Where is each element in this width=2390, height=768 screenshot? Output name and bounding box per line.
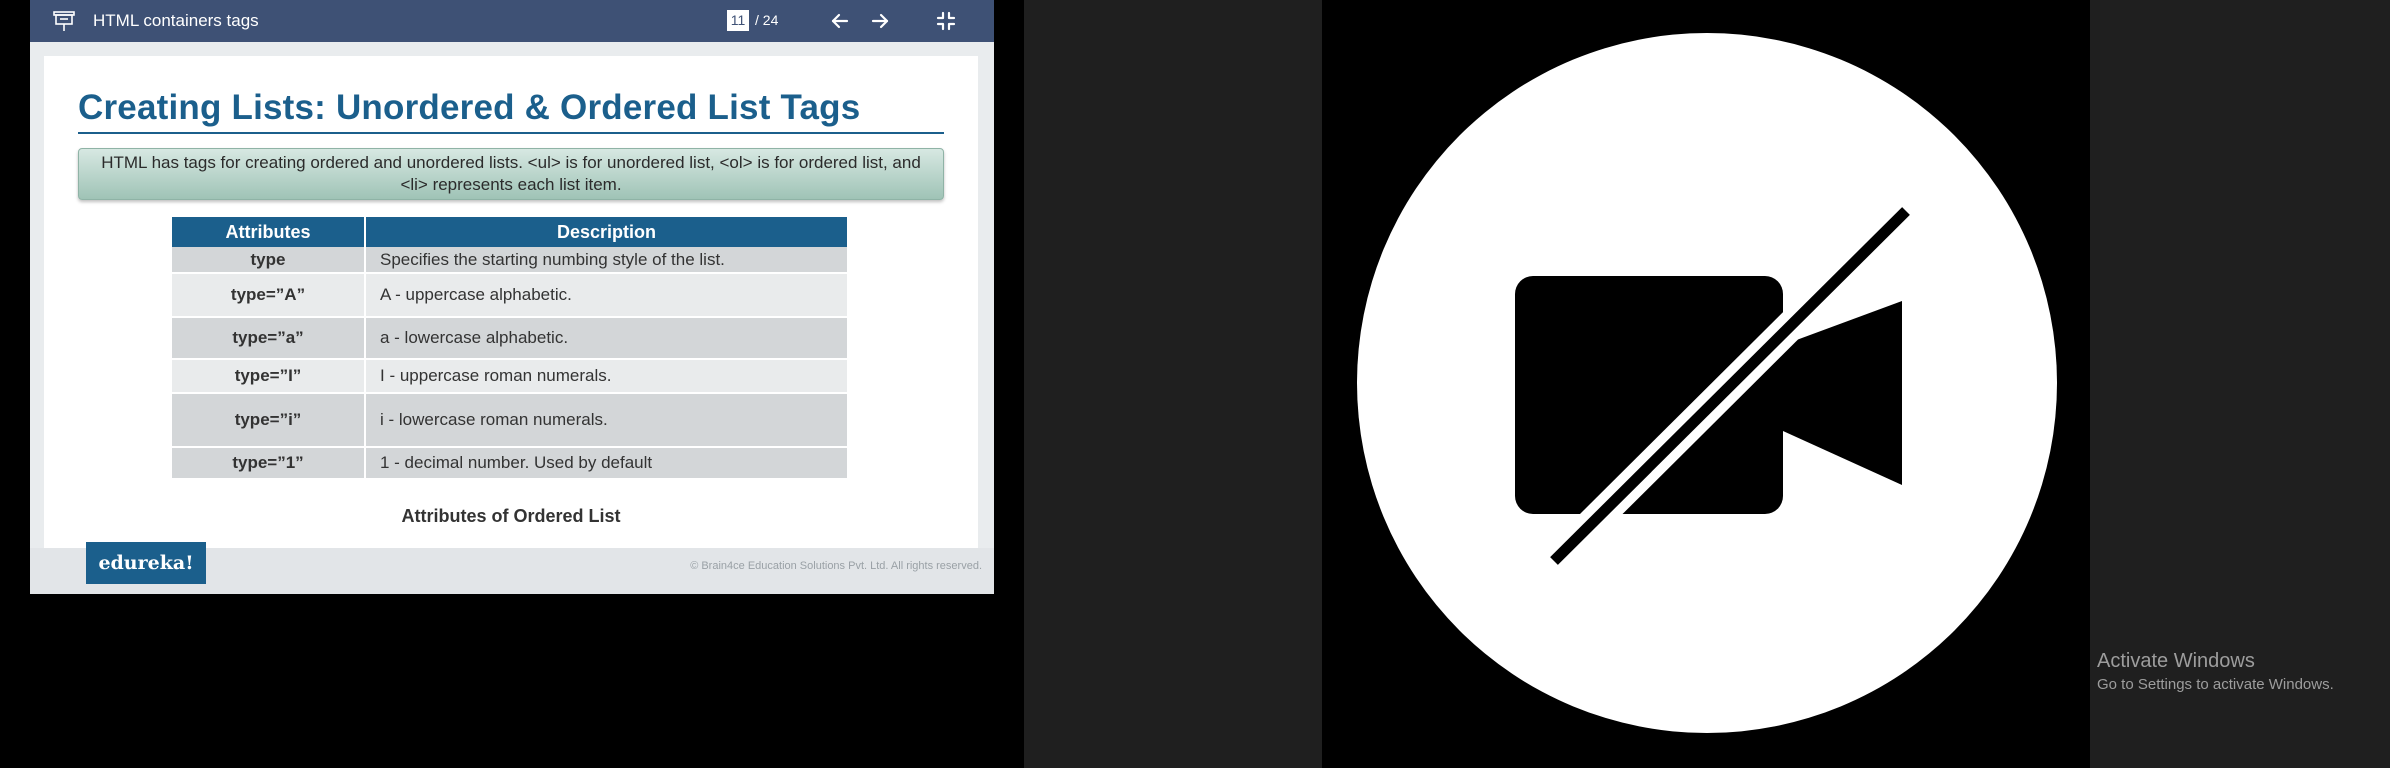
attribute-cell: type xyxy=(172,247,366,274)
description-cell: Specifies the starting numbing style of … xyxy=(365,247,849,274)
attribute-cell: type=”A” xyxy=(172,273,366,318)
arrow-right-icon[interactable] xyxy=(868,9,892,33)
description-cell: A - uppercase alphabetic. xyxy=(365,273,849,318)
table-row: type Specifies the starting numbing styl… xyxy=(172,247,849,274)
camera-off-icon xyxy=(1515,200,1917,572)
table-row: type=”a” a - lowercase alphabetic. xyxy=(172,317,849,360)
deck-title: HTML containers tags xyxy=(93,11,259,30)
watermark-subtitle: Go to Settings to activate Windows. xyxy=(2097,676,2334,693)
arrow-left-icon[interactable] xyxy=(828,9,852,33)
table-row: type=”i” i - lowercase roman numerals. xyxy=(172,393,849,448)
total-pages: / 24 xyxy=(755,12,779,28)
table-header-row: Attributes Description xyxy=(172,217,849,247)
windows-activation-watermark: Activate Windows Go to Settings to activ… xyxy=(2097,650,2334,693)
camera-off-avatar xyxy=(1357,33,2057,733)
slide: Creating Lists: Unordered & Ordered List… xyxy=(44,56,978,548)
attribute-cell: type=”i” xyxy=(172,393,366,448)
column-header: Description xyxy=(365,217,849,247)
minimize-icon[interactable] xyxy=(934,9,958,33)
table-row: type=”I” I - uppercase roman numerals. xyxy=(172,359,849,394)
attributes-table: Attributes Description type Specifies th… xyxy=(172,217,849,480)
table-row: type=”A” A - uppercase alphabetic. xyxy=(172,273,849,318)
slide-title: Creating Lists: Unordered & Ordered List… xyxy=(78,88,861,127)
presentation-screen-icon[interactable] xyxy=(52,9,76,33)
current-page-input[interactable]: 11 xyxy=(727,10,749,31)
attribute-cell: type=”a” xyxy=(172,317,366,360)
presentation-viewer: HTML containers tags 11 / 24 Creating Li… xyxy=(30,0,994,594)
attribute-cell: type=”1” xyxy=(172,447,366,480)
description-cell: i - lowercase roman numerals. xyxy=(365,393,849,448)
viewer-toolbar: HTML containers tags 11 / 24 xyxy=(30,0,994,42)
description-cell: a - lowercase alphabetic. xyxy=(365,317,849,360)
participant-video-tile xyxy=(1322,0,2090,768)
intro-text: HTML has tags for creating ordered and u… xyxy=(78,148,944,200)
watermark-title: Activate Windows xyxy=(2097,650,2255,672)
title-underline xyxy=(78,132,944,134)
description-cell: I - uppercase roman numerals. xyxy=(365,359,849,394)
table-row: type=”1” 1 - decimal number. Used by def… xyxy=(172,447,849,480)
description-cell: 1 - decimal number. Used by default xyxy=(365,447,849,480)
table-caption: Attributes of Ordered List xyxy=(401,506,621,526)
brand-logo: edureka! xyxy=(86,542,206,584)
copyright-notice: © Brain4ce Education Solutions Pvt. Ltd.… xyxy=(690,560,982,572)
column-header: Attributes xyxy=(172,217,366,247)
attribute-cell: type=”I” xyxy=(172,359,366,394)
